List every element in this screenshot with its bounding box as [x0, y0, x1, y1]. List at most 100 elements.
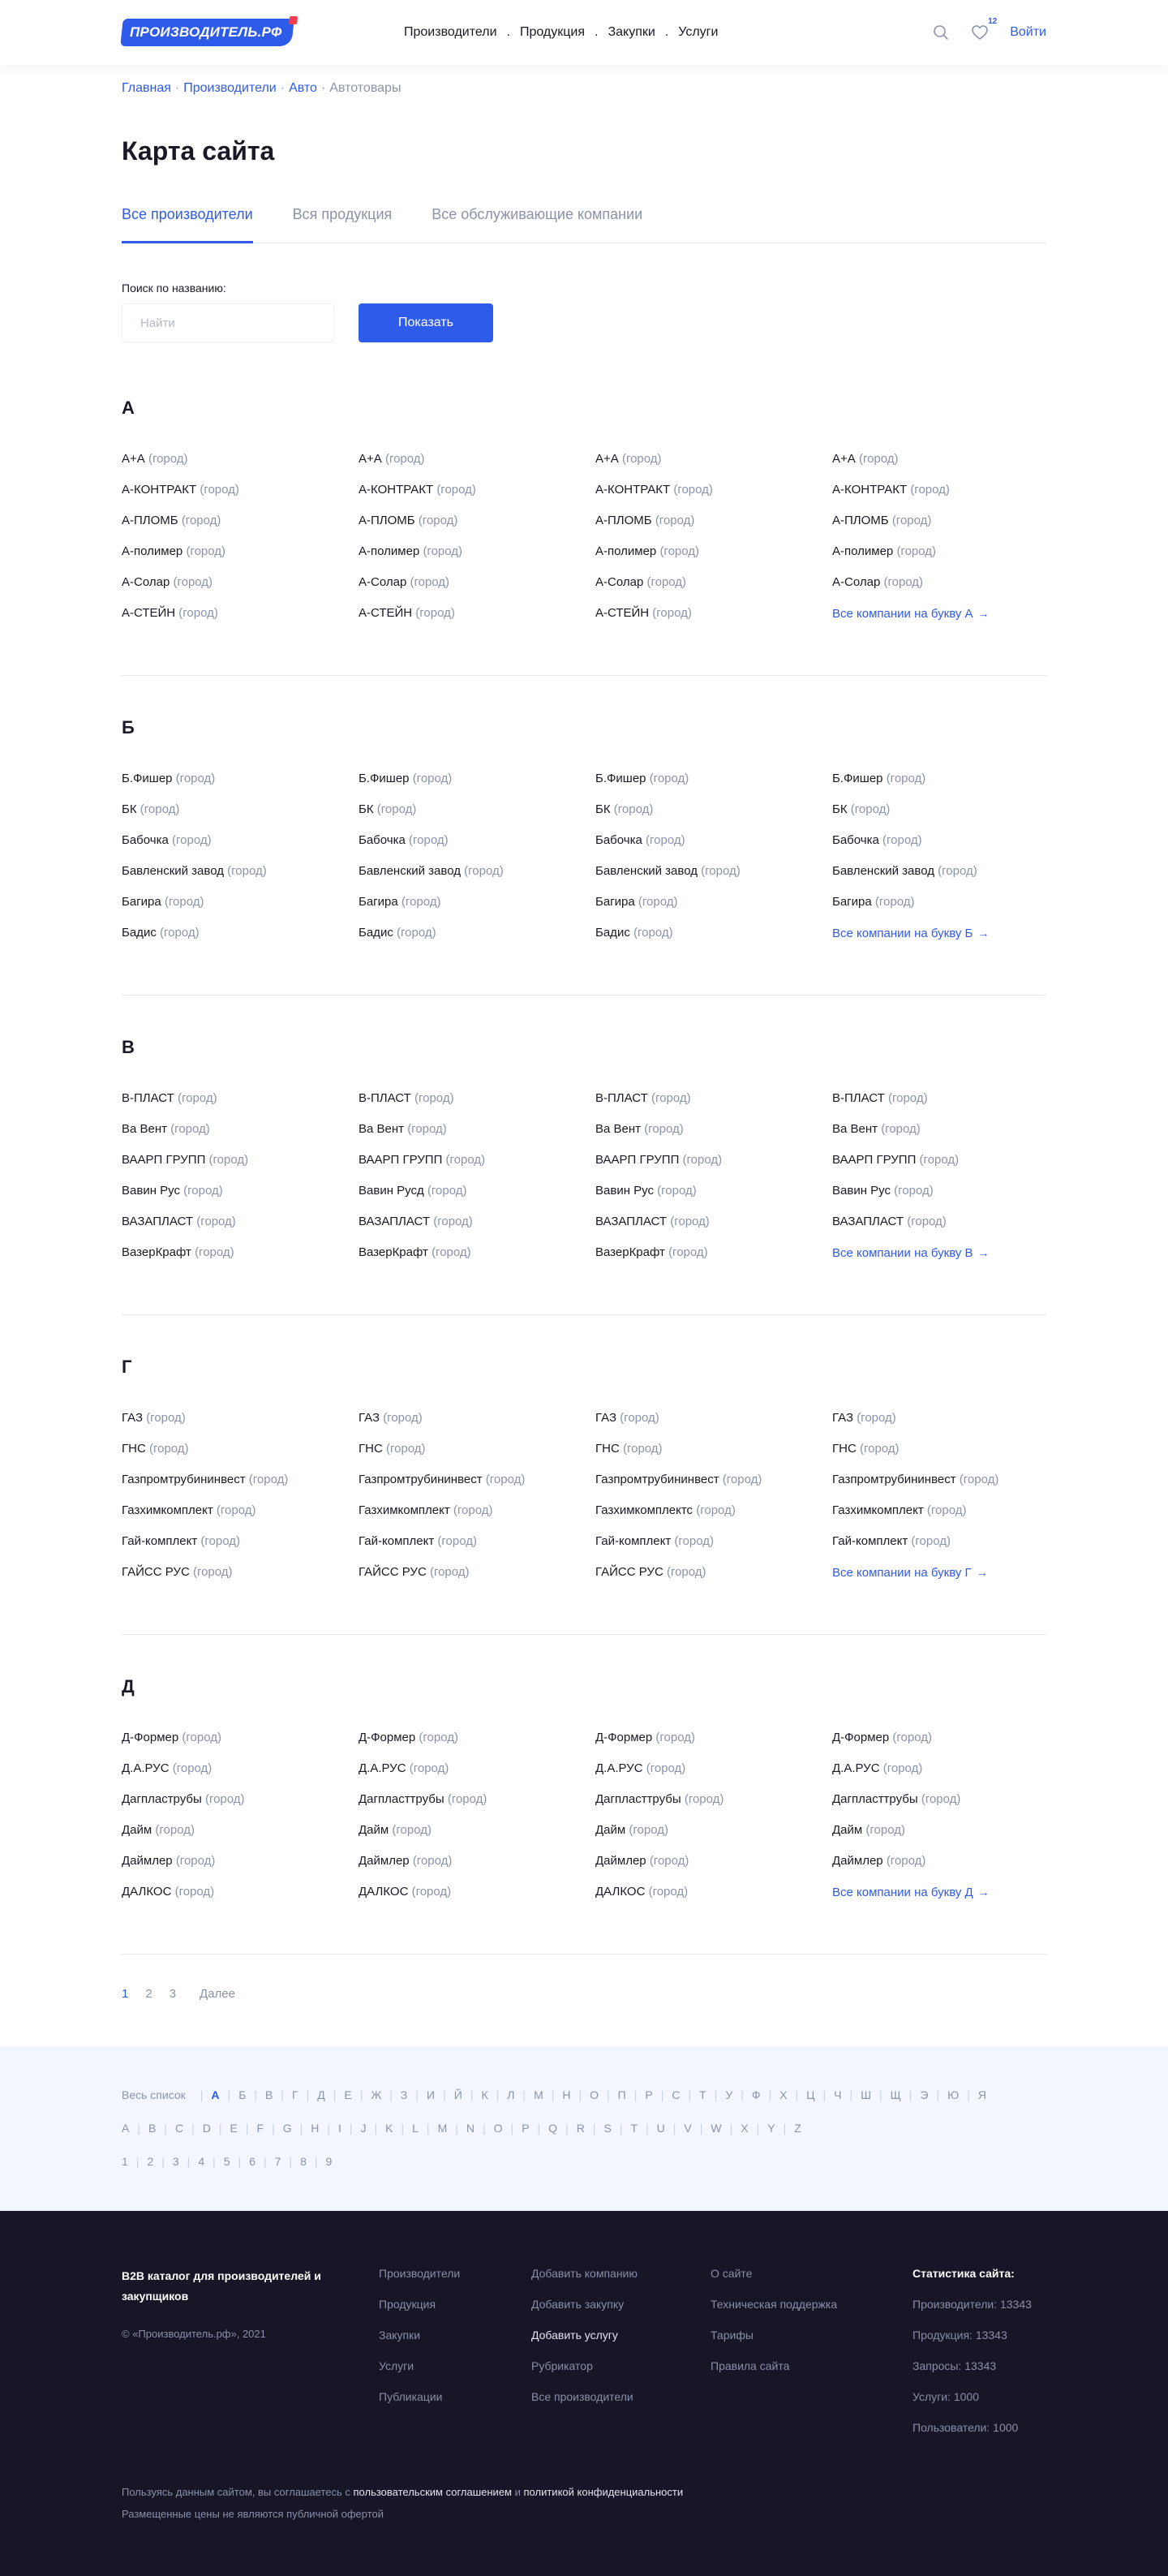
company-link[interactable]: Ва Вент (город) [595, 1121, 832, 1152]
alphabet-letter[interactable]: S [603, 2122, 611, 2135]
alphabet-letter[interactable]: С [672, 2088, 680, 2101]
alphabet-letter[interactable]: К [481, 2088, 487, 2101]
company-link[interactable]: Б.Фишер (город) [595, 771, 832, 802]
company-link[interactable]: Вавин Русд (город) [359, 1183, 595, 1214]
company-link[interactable]: Б.Фишер (город) [832, 771, 1046, 802]
alphabet-letter[interactable]: Э [920, 2088, 928, 2101]
company-link[interactable]: Даймлер (город) [359, 1853, 595, 1884]
footer-link[interactable]: Правила сайта [711, 2359, 912, 2389]
all-companies-link[interactable]: Все компании на букву В → [832, 1245, 1046, 1275]
company-link[interactable]: А+А (город) [832, 451, 1046, 482]
alphabet-letter[interactable]: K [385, 2122, 393, 2135]
footer-link[interactable]: Продукция [379, 2297, 531, 2328]
company-link[interactable]: Д.А.РУС (город) [595, 1761, 832, 1791]
company-link[interactable]: Газпромтрубининвест (город) [832, 1472, 1046, 1503]
company-link[interactable]: ГАЙСС РУС (город) [595, 1564, 832, 1595]
company-link[interactable]: А-СТЕЙН (город) [122, 605, 359, 636]
company-link[interactable]: Дайм (город) [595, 1822, 832, 1853]
company-link[interactable]: ВазерКрафт (город) [359, 1245, 595, 1275]
company-link[interactable]: Гай-комплект (город) [595, 1533, 832, 1564]
alphabet-letter[interactable]: Щ [891, 2088, 901, 2101]
company-link[interactable]: Бабочка (город) [832, 832, 1046, 863]
nav-item-producers[interactable]: Производители [404, 25, 497, 40]
company-link[interactable]: ГАЗ (город) [832, 1410, 1046, 1441]
footer-link[interactable]: Добавить услугу [531, 2328, 711, 2359]
footer-link[interactable]: О сайте [711, 2266, 912, 2297]
next-page-link[interactable]: Далее [200, 1987, 235, 2001]
alphabet-letter[interactable]: Б [238, 2088, 246, 2101]
company-link[interactable]: А-Солар (город) [595, 574, 832, 605]
all-companies-link[interactable]: Все компании на букву А → [832, 605, 1046, 636]
page-2[interactable]: 2 [145, 1987, 152, 2001]
footer-link[interactable]: Все производители [531, 2389, 711, 2420]
company-link[interactable]: Дагпласттрубы (город) [832, 1791, 1046, 1822]
footer-link[interactable]: Рубрикатор [531, 2359, 711, 2389]
alphabet-letter[interactable]: З [401, 2088, 407, 2101]
company-link[interactable]: ГАЙСС РУС (город) [122, 1564, 359, 1595]
alphabet-letter[interactable]: D [203, 2122, 211, 2135]
company-link[interactable]: ДАЛКОС (город) [122, 1884, 359, 1915]
company-link[interactable]: Д-Формер (город) [595, 1730, 832, 1761]
company-link[interactable]: Дайм (город) [122, 1822, 359, 1853]
alphabet-letter[interactable]: Р [645, 2088, 652, 2101]
company-link[interactable]: Бадис (город) [595, 925, 832, 956]
company-link[interactable]: ВазерКрафт (город) [122, 1245, 359, 1275]
page-3[interactable]: 3 [170, 1987, 176, 2001]
company-link[interactable]: ДАЛКОС (город) [595, 1884, 832, 1915]
company-link[interactable]: Гай-комплект (город) [832, 1533, 1046, 1564]
company-link[interactable]: Багира (город) [122, 894, 359, 925]
footer-link[interactable]: Добавить закупку [531, 2297, 711, 2328]
alphabet-letter[interactable]: L [412, 2122, 419, 2135]
alphabet-letter[interactable]: X [741, 2122, 748, 2135]
company-link[interactable]: БК (город) [122, 802, 359, 832]
company-link[interactable]: Газхимкомплектс (город) [595, 1503, 832, 1533]
alphabet-letter[interactable]: I [338, 2122, 341, 2135]
company-link[interactable]: Д.А.РУС (город) [832, 1761, 1046, 1791]
company-link[interactable]: Даймлер (город) [595, 1853, 832, 1884]
company-link[interactable]: Гай-комплект (город) [359, 1533, 595, 1564]
company-link[interactable]: Д-Формер (город) [122, 1730, 359, 1761]
company-link[interactable]: Дагпластрубы (город) [122, 1791, 359, 1822]
company-link[interactable]: Б.Фишер (город) [359, 771, 595, 802]
alphabet-letter[interactable]: Х [779, 2088, 787, 2101]
company-link[interactable]: Д.А.РУС (город) [359, 1761, 595, 1791]
alphabet-letter[interactable]: Й [454, 2088, 462, 2101]
alphabet-letter[interactable]: 5 [224, 2155, 230, 2168]
alphabet-letter[interactable]: E [230, 2122, 238, 2135]
company-link[interactable]: А+А (город) [595, 451, 832, 482]
company-link[interactable]: Дайм (город) [832, 1822, 1046, 1853]
alphabet-letter[interactable]: H [311, 2122, 319, 2135]
company-link[interactable]: Бабочка (город) [359, 832, 595, 863]
alphabet-letter[interactable]: F [256, 2122, 264, 2135]
company-link[interactable]: Бабочка (город) [595, 832, 832, 863]
company-link[interactable]: Газхимкомплект (город) [832, 1503, 1046, 1533]
alphabet-letter[interactable]: 2 [147, 2155, 153, 2168]
alphabet-letter[interactable]: W [711, 2122, 721, 2135]
page-1[interactable]: 1 [122, 1987, 128, 2001]
company-link[interactable]: БК (город) [595, 802, 832, 832]
company-link[interactable]: А-Солар (город) [359, 574, 595, 605]
company-link[interactable]: Дайм (город) [359, 1822, 595, 1853]
alphabet-letter[interactable]: Z [794, 2122, 801, 2135]
company-link[interactable]: ГНС (город) [832, 1441, 1046, 1472]
company-link[interactable]: Бавленский завод (город) [832, 863, 1046, 894]
company-link[interactable]: В-ПЛАСТ (город) [359, 1090, 595, 1121]
company-link[interactable]: В-ПЛАСТ (город) [595, 1090, 832, 1121]
alphabet-letter[interactable]: C [175, 2122, 183, 2135]
company-link[interactable]: Д-Формер (город) [359, 1730, 595, 1761]
footer-link[interactable]: Производители [379, 2266, 531, 2297]
company-link[interactable]: ВААРП ГРУПП (город) [832, 1152, 1046, 1183]
alphabet-letter[interactable]: U [657, 2122, 665, 2135]
breadcrumb-auto[interactable]: Авто [289, 81, 317, 96]
alphabet-letter[interactable]: Ч [834, 2088, 841, 2101]
company-link[interactable]: Газпромтрубининвест (город) [122, 1472, 359, 1503]
company-link[interactable]: ВААРП ГРУПП (город) [359, 1152, 595, 1183]
login-link[interactable]: Войти [1010, 25, 1046, 40]
company-link[interactable]: Д-Формер (город) [832, 1730, 1046, 1761]
logo[interactable]: ПРОИЗВОДИТЕЛЬ.РФ [120, 16, 298, 46]
alphabet-letter[interactable]: 8 [300, 2155, 307, 2168]
alphabet-letter[interactable]: R [577, 2122, 585, 2135]
company-link[interactable]: БК (город) [359, 802, 595, 832]
nav-item-services[interactable]: Услуги [678, 25, 718, 40]
company-link[interactable]: Даймлер (город) [122, 1853, 359, 1884]
